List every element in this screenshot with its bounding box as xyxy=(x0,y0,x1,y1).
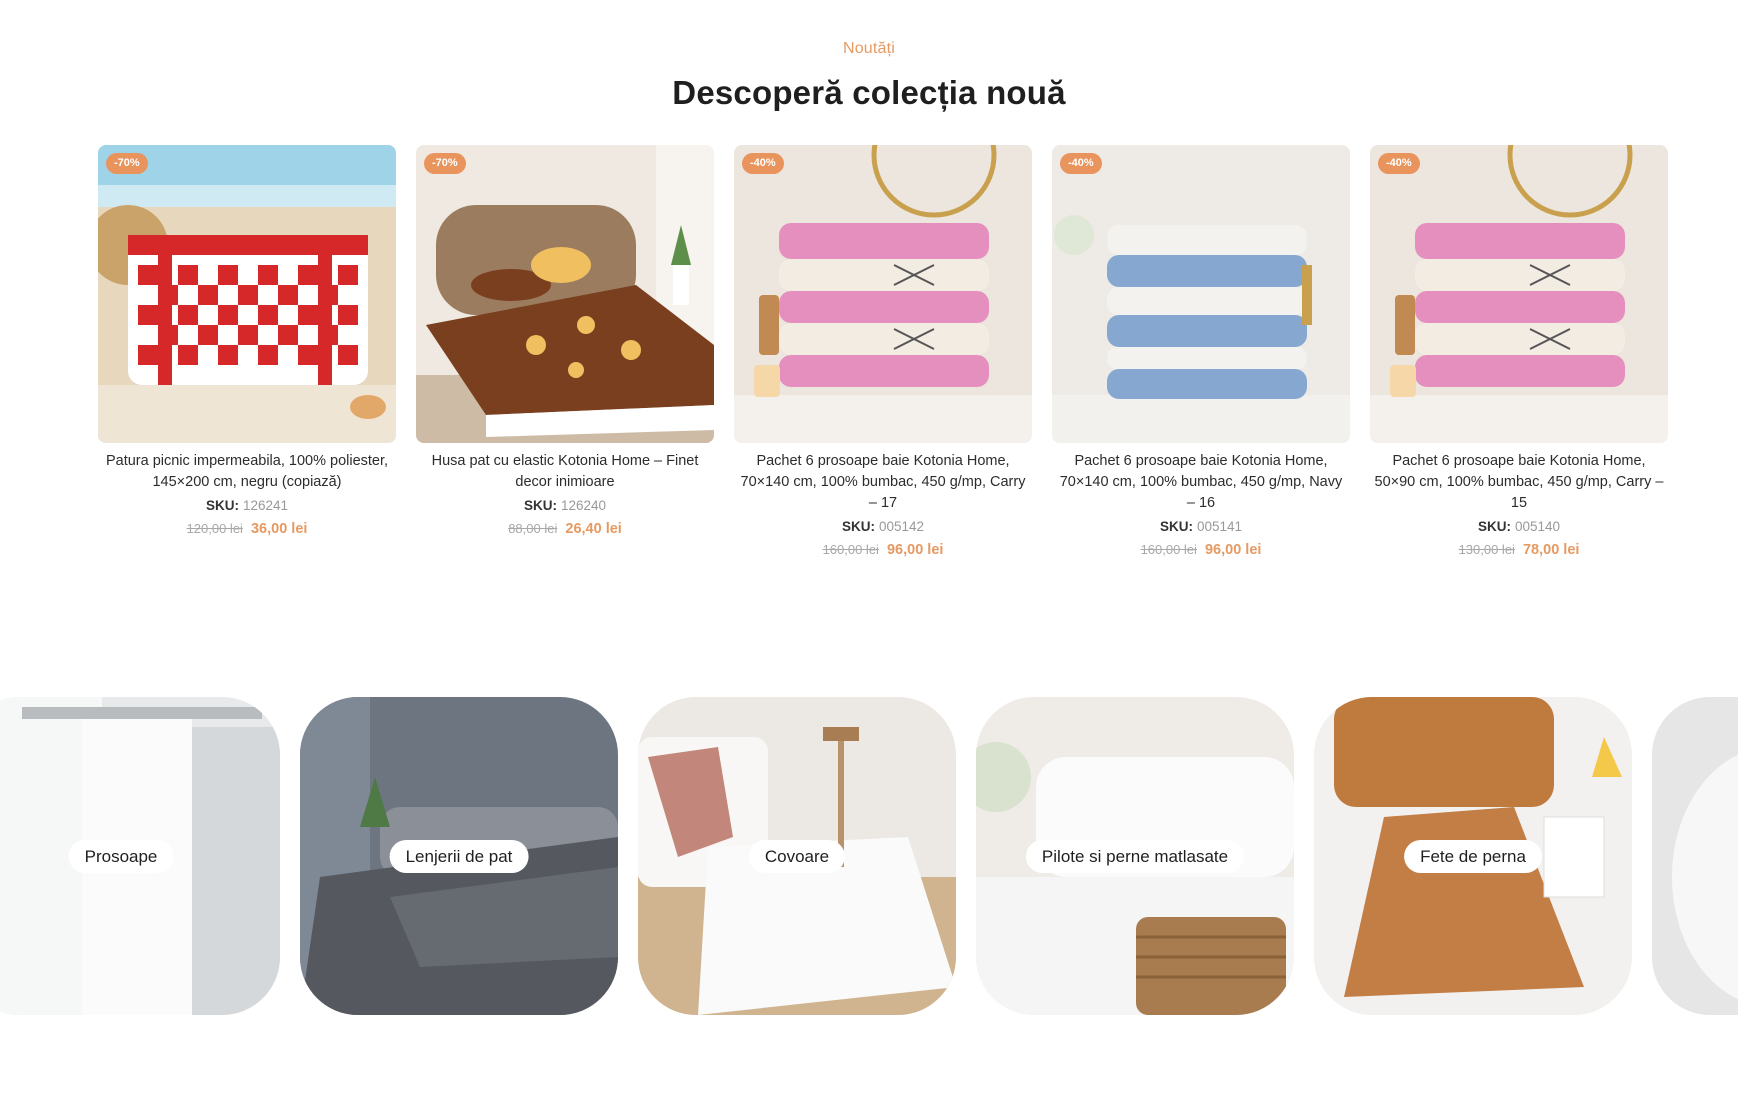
sale-price: 96,00 lei xyxy=(1204,542,1262,558)
category-label[interactable]: Fete de perna xyxy=(1404,840,1542,873)
category-card-covoare[interactable]: Covoare xyxy=(638,697,956,1015)
product-photo-fitted-sheet xyxy=(416,145,714,443)
product-title[interactable]: Pachet 6 prosoape baie Kotonia Home, 50×… xyxy=(1370,451,1668,514)
sku-value: 005142 xyxy=(878,519,925,534)
discount-badge: -40% xyxy=(1378,153,1420,174)
product-card[interactable]: -40% Pachet 6 prosoape baie Kotonia Home… xyxy=(1052,145,1350,558)
category-label[interactable]: Pilote si perne matlasate xyxy=(1025,840,1245,873)
product-sku: SKU: 005140 xyxy=(1370,519,1668,534)
product-photo-towels-blue xyxy=(1052,145,1350,443)
product-photo-picnic-bag xyxy=(98,145,396,443)
discount-badge: -40% xyxy=(1060,153,1102,174)
product-price: 88,00 lei 26,40 lei xyxy=(416,521,714,537)
category-card-pilote[interactable]: Pilote si perne matlasate xyxy=(976,697,1294,1015)
product-card[interactable]: -40% Pachet 6 prosoape baie Kotonia Home… xyxy=(734,145,1032,558)
product-photo-towels-pink-small xyxy=(1370,145,1668,443)
product-price: 160,00 lei 96,00 lei xyxy=(734,542,1032,558)
sale-price: 78,00 lei xyxy=(1522,542,1580,558)
product-carousel: -70% Patura picnic impermeabila, 100% po… xyxy=(98,145,1668,565)
discount-badge: -40% xyxy=(742,153,784,174)
product-image[interactable]: -40% xyxy=(734,145,1032,443)
product-title[interactable]: Pachet 6 prosoape baie Kotonia Home, 70×… xyxy=(1052,451,1350,514)
product-image[interactable]: -40% xyxy=(1370,145,1668,443)
product-price: 120,00 lei 36,00 lei xyxy=(98,521,396,537)
old-price: 130,00 lei xyxy=(1458,542,1515,557)
category-card-fete-perna[interactable]: Fete de perna xyxy=(1314,697,1632,1015)
old-price: 120,00 lei xyxy=(186,521,243,536)
product-price: 160,00 lei 96,00 lei xyxy=(1052,542,1350,558)
discount-badge: -70% xyxy=(424,153,466,174)
sku-label: SKU: xyxy=(205,498,239,513)
category-carousel: Prosoape Lenjerii de pat Covoare Pilote … xyxy=(0,697,1738,1097)
sku-label: SKU: xyxy=(1159,519,1193,534)
sku-label: SKU: xyxy=(841,519,875,534)
product-image[interactable]: -40% xyxy=(1052,145,1350,443)
product-sku: SKU: 005142 xyxy=(734,519,1032,534)
product-photo-towels-pink xyxy=(734,145,1032,443)
product-image[interactable]: -70% xyxy=(416,145,714,443)
category-card-prosoape[interactable]: Prosoape xyxy=(0,697,280,1015)
product-card[interactable]: -70% Patura picnic impermeabila, 100% po… xyxy=(98,145,396,537)
product-card[interactable]: -70% Husa pat cu elastic Kotonia Home – … xyxy=(416,145,714,537)
sale-price: 36,00 lei xyxy=(250,521,308,537)
sku-value: 005140 xyxy=(1514,519,1561,534)
sale-price: 96,00 lei xyxy=(886,542,944,558)
product-sku: SKU: 126240 xyxy=(416,498,714,513)
product-card[interactable]: -40% Pachet 6 prosoape baie Kotonia Home… xyxy=(1370,145,1668,558)
old-price: 160,00 lei xyxy=(822,542,879,557)
old-price: 160,00 lei xyxy=(1140,542,1197,557)
sku-value: 126240 xyxy=(560,498,607,513)
old-price: 88,00 lei xyxy=(508,521,558,536)
category-card-lenjerii[interactable]: Lenjerii de pat xyxy=(300,697,618,1015)
product-title[interactable]: Husa pat cu elastic Kotonia Home – Finet… xyxy=(416,451,714,493)
product-sku: SKU: 005141 xyxy=(1052,519,1350,534)
section-title: Descoperă colecția nouă xyxy=(672,74,1066,111)
sale-price: 26,40 lei xyxy=(565,521,622,537)
product-title[interactable]: Patura picnic impermeabila, 100% poliest… xyxy=(98,451,396,493)
product-title[interactable]: Pachet 6 prosoape baie Kotonia Home, 70×… xyxy=(734,451,1032,514)
sku-label: SKU: xyxy=(1477,519,1511,534)
category-photo-sheets xyxy=(1652,697,1738,1015)
category-label[interactable]: Prosoape xyxy=(68,840,174,873)
product-price: 130,00 lei 78,00 lei xyxy=(1370,542,1668,558)
discount-badge: -70% xyxy=(106,153,148,174)
sku-value: 005141 xyxy=(1196,519,1243,534)
sku-label: SKU: xyxy=(523,498,557,513)
product-sku: SKU: 126241 xyxy=(98,498,396,513)
product-image[interactable]: -70% xyxy=(98,145,396,443)
category-card-partial[interactable] xyxy=(1652,697,1738,1015)
category-label[interactable]: Covoare xyxy=(748,840,846,873)
category-label[interactable]: Lenjerii de pat xyxy=(389,840,529,873)
section-kicker: Noutăți xyxy=(842,40,896,57)
sku-value: 126241 xyxy=(242,498,289,513)
